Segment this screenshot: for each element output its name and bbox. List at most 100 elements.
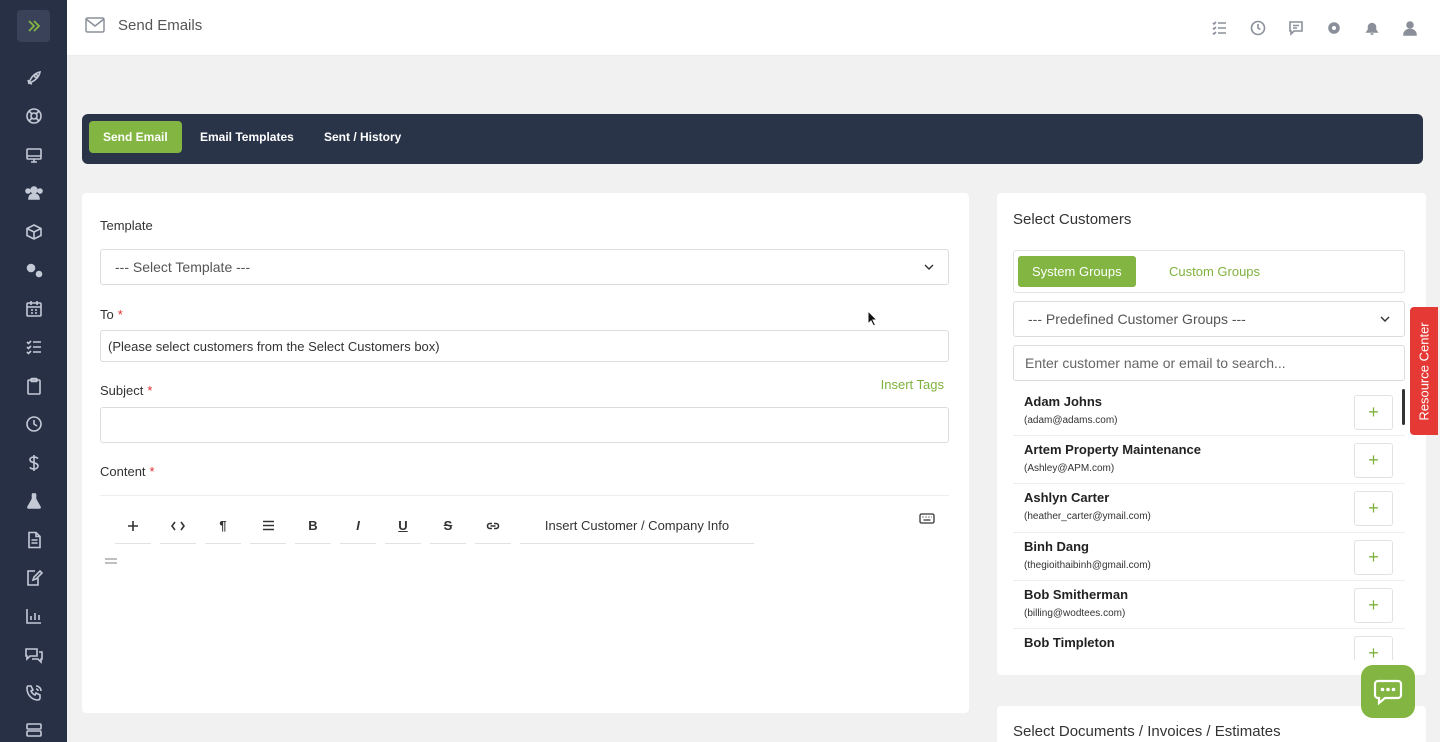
align-button[interactable]: [250, 508, 286, 544]
customer-email: (thegioithaibinh@gmail.com): [1024, 559, 1151, 571]
task-list-icon[interactable]: [1211, 19, 1228, 36]
group-tabs: System Groups Custom Groups: [1013, 250, 1405, 293]
customer-group-select[interactable]: --- Predefined Customer Groups ---: [1013, 301, 1405, 337]
customer-search-input[interactable]: Enter customer name or email to search..…: [1013, 345, 1405, 381]
link-button[interactable]: [475, 508, 511, 544]
customer-list: Adam Johns (adam@adams.com) + Artem Prop…: [1013, 388, 1405, 660]
dollar-icon[interactable]: [22, 451, 46, 475]
underline-button[interactable]: U: [385, 508, 421, 544]
phone-icon[interactable]: [22, 681, 46, 705]
top-header: Send Emails: [67, 0, 1440, 56]
bold-icon: B: [308, 518, 318, 533]
users-icon[interactable]: [22, 181, 46, 205]
customer-email: (billing@wodtees.com): [1024, 607, 1126, 619]
envelope-icon: [85, 17, 105, 38]
strikethrough-icon: S: [443, 518, 453, 533]
history-clock-icon[interactable]: [1249, 19, 1266, 36]
required-mark: *: [149, 464, 155, 479]
tab-custom-groups[interactable]: Custom Groups: [1155, 256, 1274, 287]
live-chat-button[interactable]: [1361, 665, 1415, 718]
customer-list-scrollbar[interactable]: [1402, 389, 1405, 425]
list-item: Bob Smitherman (billing@wodtees.com) +: [1013, 581, 1405, 629]
paragraph-icon: ¶: [219, 518, 227, 533]
flask-icon[interactable]: [22, 489, 46, 513]
list-item: Binh Dang (thegioithaibinh@gmail.com) +: [1013, 533, 1405, 581]
chat-bubbles-icon[interactable]: [22, 643, 46, 667]
bar-chart-icon[interactable]: [22, 604, 46, 628]
add-customer-button[interactable]: +: [1354, 587, 1393, 623]
link-icon: [486, 522, 500, 529]
add-customer-button[interactable]: +: [1354, 443, 1393, 479]
tab-system-groups[interactable]: System Groups: [1018, 256, 1136, 287]
user-profile-icon[interactable]: [1401, 19, 1418, 36]
storage-icon[interactable]: [22, 718, 46, 742]
document-icon[interactable]: [22, 528, 46, 552]
underline-icon: U: [398, 518, 408, 533]
list-item: Adam Johns (adam@adams.com) +: [1013, 388, 1405, 437]
sidebar-toggle-button[interactable]: [17, 10, 50, 42]
add-customer-button[interactable]: +: [1354, 395, 1393, 430]
select-documents-title: Select Documents / Invoices / Estimates: [1013, 723, 1281, 740]
lifebuoy-icon[interactable]: [22, 104, 46, 128]
customer-name: Ashlyn Carter: [1024, 490, 1110, 506]
tab-send-email[interactable]: Send Email: [89, 121, 182, 153]
page-title: Send Emails: [118, 17, 203, 34]
add-customer-button[interactable]: +: [1354, 491, 1393, 527]
add-customer-button[interactable]: +: [1354, 635, 1393, 660]
double-chevron-right-icon: [27, 20, 40, 32]
editor-divider: [100, 495, 949, 496]
insert-tags-link[interactable]: Insert Tags: [881, 377, 944, 392]
clipboard-icon[interactable]: [22, 374, 46, 398]
subject-label: Subject *: [100, 383, 152, 398]
list-item: Ashlyn Carter (heather_carter@ymail.com)…: [1013, 484, 1405, 533]
calendar-icon[interactable]: [22, 297, 46, 321]
subject-input[interactable]: [100, 407, 949, 443]
required-mark: *: [147, 383, 153, 398]
message-icon[interactable]: [1287, 19, 1304, 36]
bell-icon[interactable]: [1363, 19, 1380, 36]
edit-document-icon[interactable]: [22, 566, 46, 590]
to-field-value: (Please select customers from the Select…: [108, 338, 440, 354]
monitor-icon[interactable]: [22, 143, 46, 167]
list-item: Artem Property Maintenance (Ashley@APM.c…: [1013, 436, 1405, 485]
select-customers-panel: Select Customers System Groups Custom Gr…: [997, 193, 1426, 675]
plus-icon: [128, 520, 138, 531]
italic-button[interactable]: I: [340, 508, 376, 544]
template-select[interactable]: --- Select Template ---: [100, 249, 949, 285]
editor-toolbar: ¶ B I U S Insert Customer / Company Info: [115, 508, 754, 544]
settings-gear-icon[interactable]: [1325, 19, 1342, 36]
to-field[interactable]: (Please select customers from the Select…: [100, 330, 949, 362]
email-tabs-bar: Send Email Email Templates Sent / Histor…: [82, 114, 1423, 164]
template-label: Template: [100, 218, 153, 233]
customer-email: (heather_carter@ymail.com): [1024, 511, 1151, 523]
strikethrough-button[interactable]: S: [430, 508, 466, 544]
code-icon: [171, 521, 185, 530]
clock-icon[interactable]: [22, 412, 46, 436]
header-actions: [1211, 19, 1418, 36]
bold-button[interactable]: B: [295, 508, 331, 544]
add-button[interactable]: [115, 508, 151, 544]
keyboard-icon[interactable]: [919, 511, 935, 529]
required-mark: *: [117, 307, 123, 322]
rocket-icon[interactable]: [22, 66, 46, 90]
checklist-icon[interactable]: [22, 335, 46, 359]
add-customer-button[interactable]: +: [1354, 539, 1393, 575]
select-customers-title: Select Customers: [1013, 211, 1132, 228]
compose-panel: Template --- Select Template --- To * (Pl…: [82, 193, 969, 713]
paragraph-button[interactable]: ¶: [205, 508, 241, 544]
box-icon[interactable]: [22, 220, 46, 244]
resource-center-tab[interactable]: Resource Center: [1410, 307, 1438, 435]
code-view-button[interactable]: [160, 508, 196, 544]
tab-sent-history[interactable]: Sent / History: [310, 121, 415, 153]
template-select-value: --- Select Template ---: [115, 259, 251, 275]
customer-name: Bob Smitherman: [1024, 586, 1129, 602]
customer-name: Binh Dang: [1024, 538, 1089, 554]
customer-name: Adam Johns: [1024, 394, 1103, 409]
content-label-text: Content: [100, 464, 146, 479]
insert-customer-info-button[interactable]: Insert Customer / Company Info: [520, 508, 754, 544]
resize-handle-icon[interactable]: [105, 551, 117, 569]
align-icon: [262, 520, 274, 531]
gears-icon[interactable]: [22, 258, 46, 282]
customer-search-placeholder: Enter customer name or email to search..…: [1025, 355, 1286, 371]
tab-email-templates[interactable]: Email Templates: [186, 121, 308, 153]
